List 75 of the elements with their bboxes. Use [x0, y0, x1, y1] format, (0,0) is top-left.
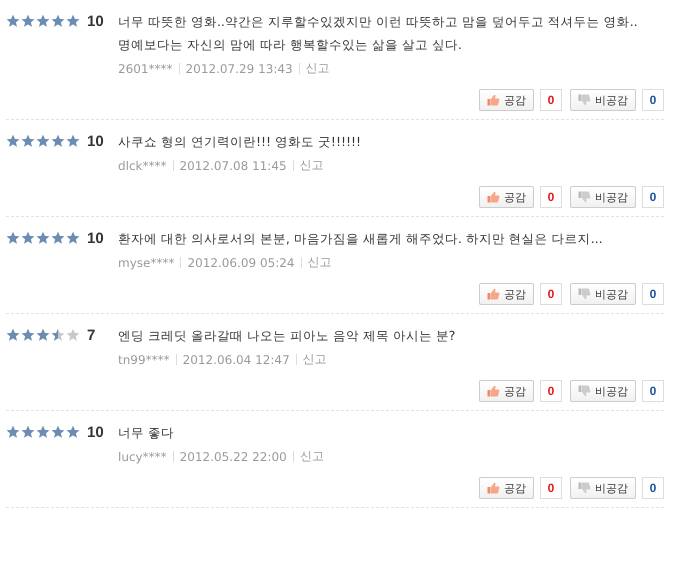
rating-score: 10 [87, 230, 104, 246]
review-text: 사쿠쇼 형의 연기력이란!!! 영화도 굿!!!!!! [118, 133, 362, 151]
thumbs-down-icon [578, 288, 591, 300]
star-icon [21, 231, 35, 245]
like-count: 0 [540, 477, 562, 499]
like-button[interactable]: 공감 [479, 186, 534, 208]
star-icon [36, 14, 50, 28]
star-icon [36, 328, 50, 342]
star-icon [36, 425, 50, 439]
star-icon [21, 425, 35, 439]
thumbs-up-icon [487, 482, 500, 494]
star-icon [21, 14, 35, 28]
thumbs-down-icon [578, 482, 591, 494]
dislike-button[interactable]: 비공감 [570, 477, 636, 499]
rating-score: 10 [87, 424, 104, 440]
like-count: 0 [540, 380, 562, 402]
review-text: 엔딩 크레딧 올라갈때 나오는 피아노 음악 제목 아시는 분? [118, 327, 456, 345]
star-icon [51, 14, 65, 28]
thumbs-up-icon [487, 288, 500, 300]
rating-score: 7 [87, 326, 96, 344]
review-text: 너무 좋다 [118, 424, 175, 442]
like-count: 0 [540, 283, 562, 305]
like-button[interactable]: 공감 [479, 477, 534, 499]
star-icon [21, 328, 35, 342]
star-icon [6, 328, 20, 342]
thumbs-down-icon [578, 191, 591, 203]
star-icon [66, 425, 80, 439]
star-icon [51, 328, 65, 342]
star-icon [6, 134, 20, 148]
review-date: 2012.05.22 22:00 [180, 450, 287, 464]
star-icon [21, 134, 35, 148]
review-date: 2012.07.29 13:43 [186, 62, 293, 76]
star-icon [36, 231, 50, 245]
dislike-count: 0 [642, 89, 664, 111]
dislike-count: 0 [642, 477, 664, 499]
review-date: 2012.07.08 11:45 [180, 158, 287, 172]
dislike-count: 0 [642, 380, 664, 402]
thumbs-up-icon [487, 385, 500, 397]
dislike-button[interactable]: 비공감 [570, 186, 636, 208]
star-icon [36, 134, 50, 148]
review-text: 환자에 대한 의사로서의 본분, 마음가짐을 새롭게 해주었다. 하지만 현실은 다르지... [118, 230, 604, 248]
dislike-button[interactable]: 비공감 [570, 89, 636, 111]
user-id: lucy**** [118, 450, 167, 464]
thumbs-down-icon [578, 385, 591, 397]
review-date: 2012.06.09 05:24 [187, 256, 295, 270]
star-icon [66, 134, 80, 148]
star-icon [66, 14, 80, 28]
like-button[interactable]: 공감 [479, 380, 534, 402]
like-button[interactable]: 공감 [479, 283, 534, 305]
review-text: 너무 따뜻한 영화..약간은 지루할수있겠지만 이런 따뜻하고 맘을 덮어두고 적셔두는 영화..명예보다는 자신의 맘에 따라 행복할수있는 삶을 살고 싶다. [118, 13, 639, 54]
dislike-count: 0 [642, 283, 664, 305]
star-icon [6, 14, 20, 28]
star-icon [51, 425, 65, 439]
star-icon [51, 231, 65, 245]
star-icon [51, 134, 65, 148]
thumbs-up-icon [487, 191, 500, 203]
rating-score: 10 [87, 12, 104, 30]
dislike-count: 0 [642, 186, 664, 208]
review-date: 2012.06.04 12:47 [182, 352, 290, 366]
dislike-button[interactable]: 비공감 [570, 283, 636, 305]
star-icon [6, 231, 20, 245]
thumbs-up-icon [487, 94, 500, 106]
rating-score: 10 [87, 132, 104, 150]
star-icon [66, 328, 80, 342]
like-count: 0 [540, 89, 562, 111]
user-id: 2601**** [118, 62, 173, 76]
user-id: dlck**** [118, 158, 166, 172]
thumbs-down-icon [578, 94, 591, 106]
like-button[interactable]: 공감 [479, 89, 534, 111]
star-icon [66, 231, 80, 245]
user-id: tn99**** [118, 352, 170, 366]
star-icon [6, 425, 20, 439]
like-count: 0 [540, 186, 562, 208]
dislike-button[interactable]: 비공감 [570, 380, 636, 402]
user-id: myse**** [118, 256, 174, 270]
